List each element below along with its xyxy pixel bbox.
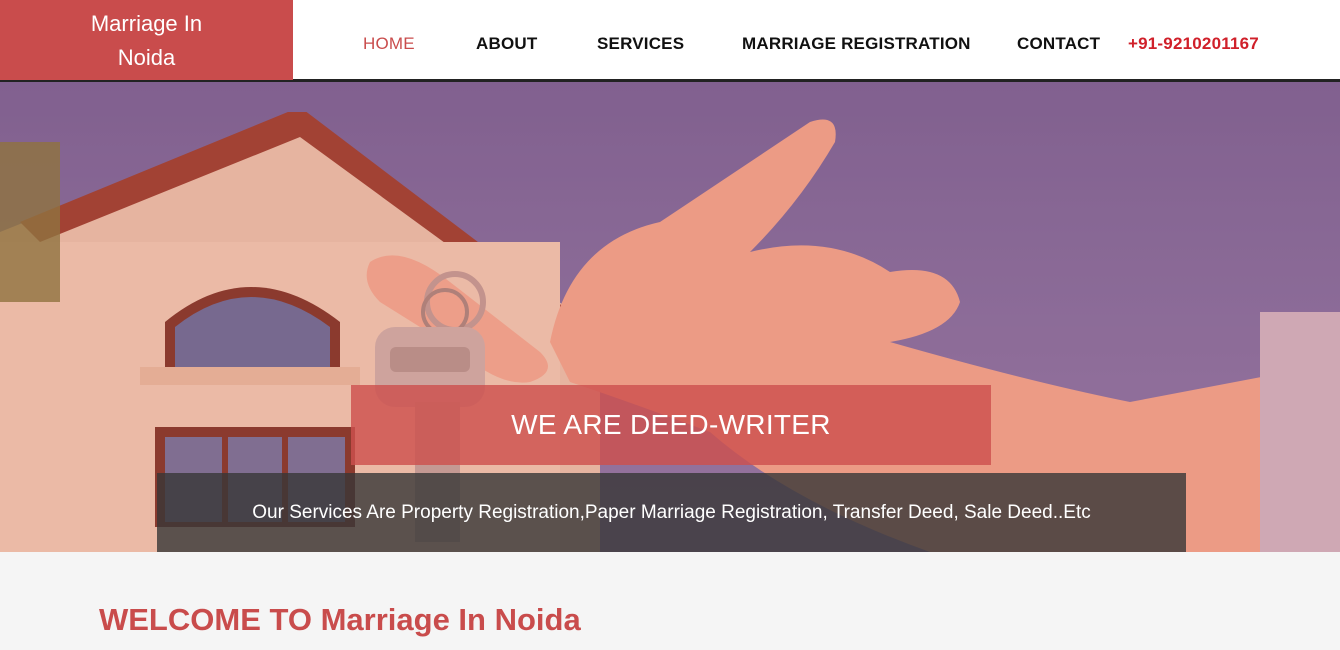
site-logo[interactable]: Marriage In Noida bbox=[0, 0, 293, 80]
hero-title: WE ARE DEED-WRITER bbox=[351, 385, 991, 465]
welcome-heading: WELCOME TO Marriage In Noida bbox=[99, 602, 581, 637]
nav-services[interactable]: SERVICES bbox=[597, 34, 684, 54]
nav-about[interactable]: ABOUT bbox=[476, 34, 537, 54]
logo-line1: Marriage In bbox=[90, 11, 203, 36]
welcome-section: WELCOME TO Marriage In Noida bbox=[0, 552, 1340, 650]
nav-home[interactable]: HOME bbox=[363, 34, 415, 54]
nav-contact[interactable]: CONTACT bbox=[1017, 34, 1100, 54]
hero-subtitle: Our Services Are Property Registration,P… bbox=[157, 473, 1186, 552]
site-header: Marriage In Noida HOME ABOUT SERVICES MA… bbox=[0, 0, 1340, 82]
nav-phone-link[interactable]: +91-9210201167 bbox=[1128, 34, 1259, 54]
hero-banner: WE ARE DEED-WRITER Our Services Are Prop… bbox=[0, 82, 1340, 552]
nav-marriage-registration[interactable]: MARRIAGE REGISTRATION bbox=[742, 34, 971, 54]
logo-line2: Noida bbox=[117, 45, 176, 70]
